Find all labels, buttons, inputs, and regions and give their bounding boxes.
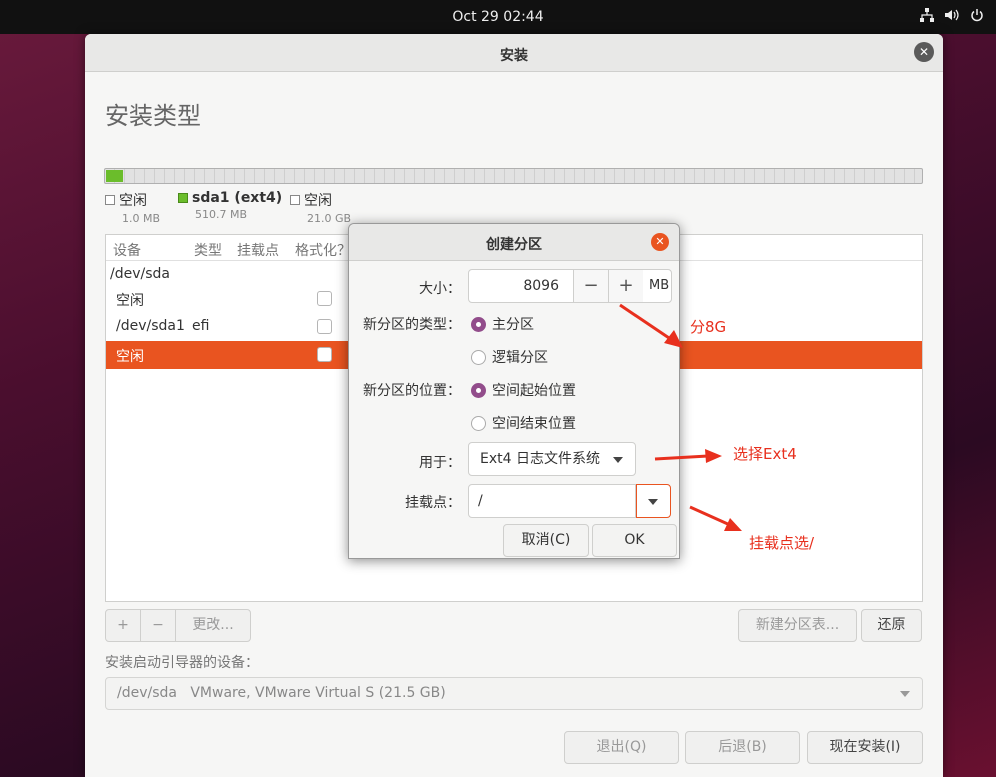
boot-device-path: /dev/sda — [117, 685, 177, 701]
format-checkbox[interactable] — [317, 347, 332, 362]
row-device: 空闲 — [116, 349, 144, 365]
legend-item: sda1 (ext4) 510.7 MB — [178, 190, 282, 221]
radio-label: 空间结束位置 — [492, 416, 576, 432]
row-device: /dev/sda — [110, 266, 170, 282]
row-type: efi — [192, 318, 210, 334]
chevron-down-icon — [613, 457, 623, 463]
partition-bar — [104, 168, 923, 184]
decrement-button[interactable]: − — [573, 270, 608, 302]
row-device: 空闲 — [116, 293, 144, 309]
radio-label: 主分区 — [492, 317, 534, 333]
partition-bar-used — [106, 170, 123, 182]
legend-item: 空闲 1.0 MB — [105, 190, 160, 225]
legend-label: 空闲 — [119, 193, 147, 209]
annotation-size: 分8G — [690, 318, 727, 336]
use-as-label: 用于： — [419, 455, 461, 471]
legend-item: 空闲 21.0 GB — [290, 190, 351, 225]
change-partition-button[interactable]: 更改... — [176, 610, 250, 641]
radio-location-start[interactable]: 空间起始位置 — [471, 380, 576, 400]
page-title: 安装类型 — [105, 102, 201, 130]
format-checkbox[interactable] — [317, 319, 332, 334]
radio-primary[interactable]: 主分区 — [471, 314, 534, 334]
top-bar: Oct 29 02:44 — [0, 0, 996, 34]
size-value[interactable]: 8096 — [469, 270, 573, 302]
power-icon[interactable] — [970, 8, 984, 27]
format-checkbox[interactable] — [317, 291, 332, 306]
radio-label: 空间起始位置 — [492, 383, 576, 399]
filesystem-value: Ext4 日志文件系统 — [480, 451, 600, 467]
location-label: 新分区的位置： — [363, 383, 461, 399]
size-label: 大小： — [419, 281, 461, 297]
size-spinbox[interactable]: 8096 − + — [468, 269, 672, 303]
create-partition-dialog: 创建分区 ✕ 大小： 8096 − + MB 新分区的类型： 主分区 逻辑分区 … — [348, 223, 680, 559]
header-mount[interactable]: 挂载点 — [237, 240, 279, 260]
chevron-down-icon — [648, 499, 658, 505]
clock[interactable]: Oct 29 02:44 — [0, 9, 996, 25]
radio-unchecked-icon — [471, 415, 486, 431]
header-device[interactable]: 设备 — [113, 240, 141, 260]
new-partition-table-button[interactable]: 新建分区表... — [738, 609, 857, 642]
annotation-mount: 挂载点选/ — [749, 534, 815, 552]
mount-point-dropdown-button[interactable] — [636, 484, 671, 518]
boot-device-select[interactable]: /dev/sda VMware, VMware Virtual S (21.5 … — [105, 677, 923, 710]
quit-button[interactable]: 退出(Q) — [564, 731, 679, 764]
cancel-button[interactable]: 取消(C) — [503, 524, 589, 557]
increment-button[interactable]: + — [608, 270, 643, 302]
row-device: /dev/sda1 — [116, 318, 185, 334]
legend-label: 空闲 — [304, 193, 332, 209]
size-unit: MB — [649, 278, 670, 293]
network-icon[interactable] — [920, 8, 934, 27]
radio-location-end[interactable]: 空间结束位置 — [471, 413, 576, 433]
mount-point-input[interactable]: / — [468, 484, 636, 518]
radio-logical[interactable]: 逻辑分区 — [471, 347, 548, 367]
radio-checked-icon — [471, 316, 486, 332]
dialog-titlebar[interactable]: 创建分区 ✕ — [349, 224, 679, 261]
radio-label: 逻辑分区 — [492, 350, 548, 366]
legend-size: 21.0 GB — [307, 212, 352, 225]
annotation-filesystem: 选择Ext4 — [733, 445, 797, 463]
system-tray[interactable] — [920, 8, 984, 27]
window-title: 安装 — [500, 48, 528, 64]
filesystem-select[interactable]: Ext4 日志文件系统 — [468, 442, 636, 476]
legend-size: 1.0 MB — [122, 212, 161, 225]
boot-device-desc: VMware, VMware Virtual S (21.5 GB) — [190, 685, 446, 701]
revert-button[interactable]: 还原 — [861, 609, 922, 642]
chevron-down-icon — [900, 691, 910, 697]
radio-unchecked-icon — [471, 349, 486, 365]
install-now-button[interactable]: 现在安装(I) — [807, 731, 923, 764]
boot-device-label: 安装启动引导器的设备： — [105, 655, 259, 671]
header-type[interactable]: 类型 — [194, 240, 222, 260]
add-partition-button[interactable]: + — [106, 610, 141, 641]
type-label: 新分区的类型： — [363, 317, 461, 333]
dialog-title: 创建分区 — [486, 237, 542, 253]
radio-checked-icon — [471, 382, 486, 398]
close-icon[interactable]: ✕ — [651, 233, 669, 251]
remove-partition-button[interactable]: − — [141, 610, 176, 641]
close-icon[interactable]: ✕ — [914, 42, 934, 62]
partition-actions: + − 更改... — [105, 609, 251, 642]
legend-size: 510.7 MB — [195, 208, 248, 221]
legend-swatch — [105, 195, 115, 205]
volume-icon[interactable] — [944, 8, 960, 27]
header-format[interactable]: 格式化？ — [295, 240, 351, 260]
legend-swatch — [290, 195, 300, 205]
legend-swatch — [178, 193, 188, 203]
mount-point-label: 挂载点： — [405, 495, 461, 511]
window-titlebar[interactable]: 安装 ✕ — [85, 34, 943, 72]
ok-button[interactable]: OK — [592, 524, 677, 557]
legend-label: sda1 (ext4) — [192, 190, 283, 206]
back-button[interactable]: 后退(B) — [685, 731, 800, 764]
